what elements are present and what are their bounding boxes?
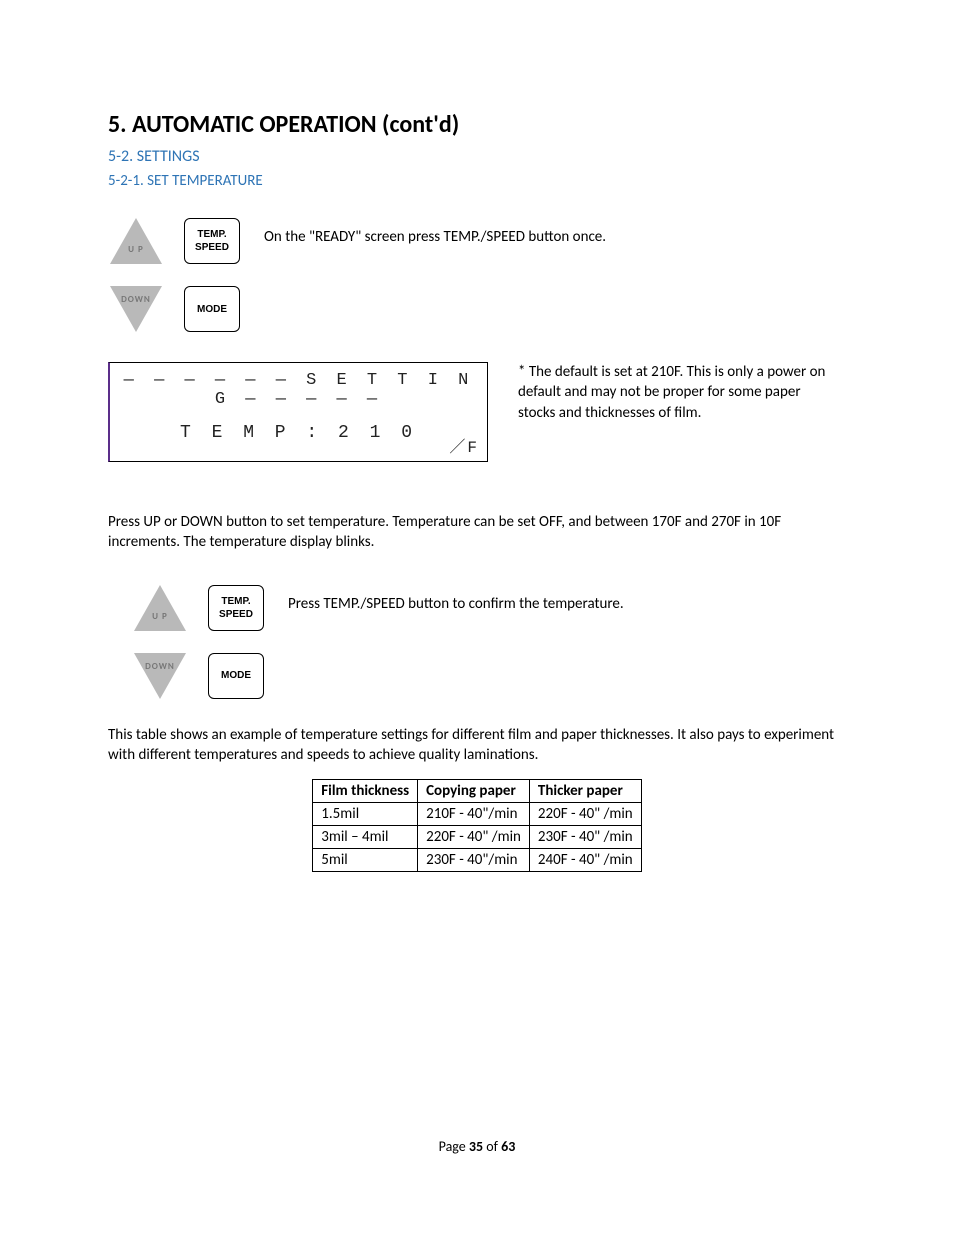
cell: 210F - 40"/min: [418, 803, 530, 826]
table-row: 3mil – 4mil 220F - 40" /min 230F - 40" /…: [313, 826, 641, 849]
cell: 1.5mil: [313, 803, 418, 826]
footer-prefix: Page: [439, 1138, 469, 1155]
up-label-2: U P: [132, 611, 188, 622]
mode-label-2: MODE: [221, 669, 251, 682]
paragraph-1: Press UP or DOWN button to set temperatu…: [108, 512, 846, 553]
instruction-text-1: On the "READY" screen press TEMP./SPEED …: [264, 228, 606, 246]
footer-middle: of: [483, 1138, 501, 1155]
speed-label: SPEED: [195, 241, 229, 254]
table-row: 1.5mil 210F - 40"/min 220F - 40" /min: [313, 803, 641, 826]
section-heading: 5-2. SETTINGS: [108, 147, 846, 166]
up-button-2[interactable]: U P: [132, 583, 188, 633]
cell: 240F - 40" /min: [529, 849, 641, 872]
footer-total: 63: [501, 1138, 515, 1155]
settings-table: Film thickness Copying paper Thicker pap…: [312, 779, 641, 872]
cell: 3mil – 4mil: [313, 826, 418, 849]
instruction-text-2: Press TEMP./SPEED button to confirm the …: [288, 595, 624, 613]
triangle-up-icon: [108, 216, 164, 266]
table-row: 5mil 230F - 40"/min 240F - 40" /min: [313, 849, 641, 872]
lcd-line-1: — — — — — — S E T T I N G — — — — —: [120, 371, 477, 409]
cell: 220F - 40" /min: [529, 803, 641, 826]
page-footer: Page 35 of 63: [0, 1138, 954, 1155]
up-button[interactable]: U P: [108, 216, 164, 266]
up-label: U P: [108, 244, 164, 255]
lcd-unit: ／F: [449, 433, 479, 457]
temp-speed-button-2[interactable]: TEMP. SPEED: [208, 585, 264, 631]
down-label-2: DOWN: [132, 661, 188, 672]
speed-label-2: SPEED: [219, 608, 253, 621]
cell: 220F - 40" /min: [418, 826, 530, 849]
button-cluster-1: U P TEMP. SPEED DOWN MODE: [108, 216, 240, 334]
temp-label-2: TEMP.: [221, 595, 250, 608]
down-button[interactable]: DOWN: [108, 284, 164, 334]
lcd-line-2: T E M P : 2 1 0: [120, 423, 477, 443]
triangle-down-icon: [132, 651, 188, 701]
temp-speed-button[interactable]: TEMP. SPEED: [184, 218, 240, 264]
mode-label: MODE: [197, 303, 227, 316]
cell: 230F - 40"/min: [418, 849, 530, 872]
footer-current: 35: [469, 1138, 483, 1155]
table-header-row: Film thickness Copying paper Thicker pap…: [313, 780, 641, 803]
lcd-note-text: * The default is set at 210F. This is on…: [518, 362, 838, 423]
triangle-down-icon: [108, 284, 164, 334]
th-thicker: Thicker paper: [529, 780, 641, 803]
lcd-display: — — — — — — S E T T I N G — — — — — T E …: [108, 362, 488, 462]
down-label: DOWN: [108, 294, 164, 305]
mode-button[interactable]: MODE: [184, 286, 240, 332]
cell: 230F - 40" /min: [529, 826, 641, 849]
th-copying: Copying paper: [418, 780, 530, 803]
page-title: 5. AUTOMATIC OPERATION (cont'd): [108, 110, 846, 139]
mode-button-2[interactable]: MODE: [208, 653, 264, 699]
cell: 5mil: [313, 849, 418, 872]
triangle-up-icon: [132, 583, 188, 633]
paragraph-2: This table shows an example of temperatu…: [108, 725, 846, 766]
subsection-heading: 5-2-1. SET TEMPERATURE: [108, 172, 846, 190]
down-button-2[interactable]: DOWN: [132, 651, 188, 701]
temp-label: TEMP.: [197, 228, 226, 241]
button-cluster-2: U P TEMP. SPEED DOWN MODE: [132, 583, 264, 701]
th-film: Film thickness: [313, 780, 418, 803]
